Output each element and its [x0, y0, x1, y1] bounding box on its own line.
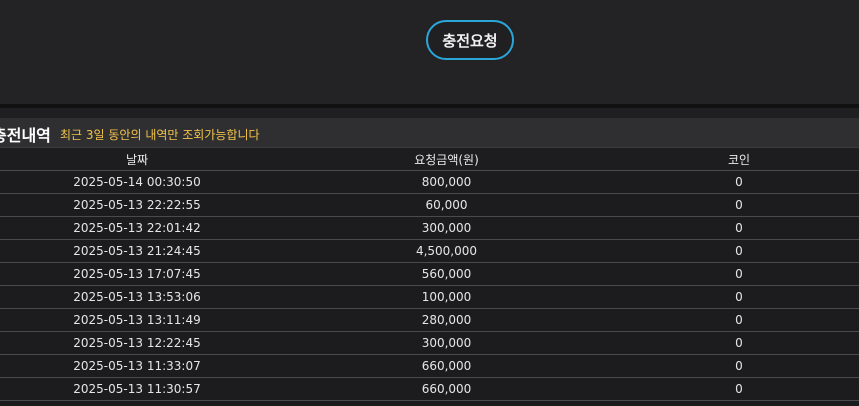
- table-row: 2025-05-13 11:33:07 660,000 0: [0, 354, 859, 378]
- cell-amount: 60,000: [274, 193, 619, 217]
- charge-request-button[interactable]: 충전요청: [426, 20, 514, 60]
- cell-date: 2025-05-14 00:30:50: [0, 170, 274, 194]
- table-row: 2025-05-13 12:22:45 300,000 0: [0, 331, 859, 355]
- cell-coin: 0: [619, 331, 859, 355]
- table-row: 2025-05-13 13:53:06 100,000 0: [0, 285, 859, 309]
- section-gap: [0, 108, 859, 118]
- table-row: 2025-05-13 13:11:49 280,000 0: [0, 308, 859, 332]
- cell-coin: 0: [619, 239, 859, 263]
- table-header-row: 날짜 요청금액(원) 코인: [0, 148, 859, 171]
- cell-amount: 300,000: [274, 331, 619, 355]
- history-table: 날짜 요청금액(원) 코인 2025-05-14 00:30:50 800,00…: [0, 148, 859, 401]
- table-row: 2025-05-13 22:01:42 300,000 0: [0, 216, 859, 240]
- cell-coin: 0: [619, 285, 859, 309]
- cell-date: 2025-05-13 11:33:07: [0, 354, 274, 378]
- table-row: 2025-05-13 21:24:45 4,500,000 0: [0, 239, 859, 263]
- table-row: 2025-05-13 11:30:57 660,000 0: [0, 377, 859, 401]
- table-row: 2025-05-13 17:07:45 560,000 0: [0, 262, 859, 286]
- cell-date: 2025-05-13 11:30:57: [0, 377, 274, 401]
- cell-date: 2025-05-13 13:53:06: [0, 285, 274, 309]
- cell-amount: 4,500,000: [274, 239, 619, 263]
- cell-date: 2025-05-13 22:01:42: [0, 216, 274, 240]
- top-panel: 충전요청: [0, 0, 859, 104]
- cell-date: 2025-05-13 21:24:45: [0, 239, 274, 263]
- column-header-amount: 요청금액(원): [274, 148, 619, 171]
- cell-coin: 0: [619, 377, 859, 401]
- cell-amount: 280,000: [274, 308, 619, 332]
- cell-amount: 560,000: [274, 262, 619, 286]
- column-header-coin: 코인: [619, 148, 859, 171]
- column-header-date: 날짜: [0, 148, 274, 171]
- table-row: 2025-05-13 22:22:55 60,000 0: [0, 193, 859, 217]
- history-note: 최근 3일 동안의 내역만 조회가능합니다: [60, 128, 260, 142]
- cell-coin: 0: [619, 193, 859, 217]
- cell-amount: 300,000: [274, 216, 619, 240]
- cell-date: 2025-05-13 17:07:45: [0, 262, 274, 286]
- cell-coin: 0: [619, 354, 859, 378]
- cell-date: 2025-05-13 12:22:45: [0, 331, 274, 355]
- history-title: 충전내역: [0, 126, 51, 145]
- cell-coin: 0: [619, 216, 859, 240]
- cell-amount: 660,000: [274, 377, 619, 401]
- cell-amount: 800,000: [274, 170, 619, 194]
- history-section-header: 충전내역 최근 3일 동안의 내역만 조회가능합니다: [0, 118, 859, 148]
- table-row: 2025-05-14 00:30:50 800,000 0: [0, 170, 859, 194]
- cell-date: 2025-05-13 22:22:55: [0, 193, 274, 217]
- cell-coin: 0: [619, 170, 859, 194]
- cell-amount: 660,000: [274, 354, 619, 378]
- cell-coin: 0: [619, 262, 859, 286]
- cell-amount: 100,000: [274, 285, 619, 309]
- cell-coin: 0: [619, 308, 859, 332]
- cell-date: 2025-05-13 13:11:49: [0, 308, 274, 332]
